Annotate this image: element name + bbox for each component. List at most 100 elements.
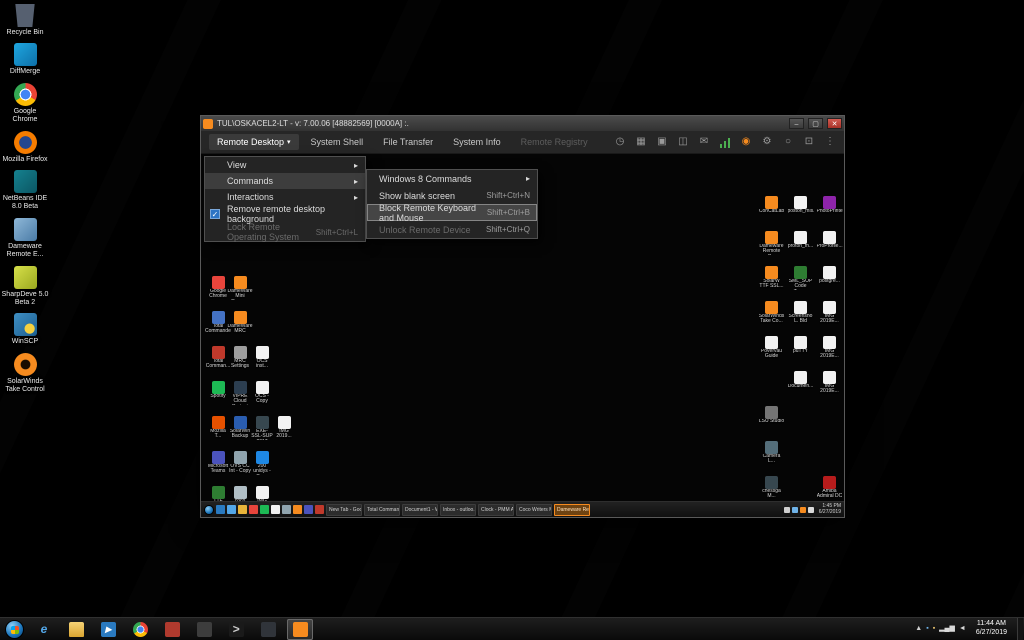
- minimize-button[interactable]: –: [789, 118, 804, 129]
- menu-system-shell[interactable]: System Shell: [303, 134, 372, 150]
- menu-remote-registry[interactable]: Remote Registry: [513, 134, 596, 150]
- signal-icon[interactable]: [719, 136, 731, 148]
- menu-item-lock-remote-os[interactable]: Lock Remote Operating System Shift+Ctrl+…: [205, 223, 365, 241]
- taskbar-app-button[interactable]: [287, 619, 313, 640]
- remote-desktop-icon[interactable]: poston_mis...: [786, 194, 815, 229]
- remote-desktop-icon[interactable]: [786, 439, 815, 474]
- remote-desktop-icon[interactable]: LSU Studio: [757, 404, 786, 439]
- window-titlebar[interactable]: TUL\OSKACEL2-LT - v: 7.00.06 [48882569] …: [201, 116, 844, 131]
- remote-task-button[interactable]: Clock - PMM A...: [478, 504, 514, 516]
- remote-task-button[interactable]: Dameware Rem...: [554, 504, 590, 516]
- remote-desktop-icon[interactable]: IMG 2019...: [273, 414, 295, 449]
- show-desktop-button[interactable]: [1017, 618, 1023, 640]
- desktop-icon[interactable]: SolarWinds Take Control: [0, 353, 50, 395]
- remote-desktop-icon[interactable]: PhotoPrinter: [815, 194, 844, 229]
- remote-desktop-icon[interactable]: Mozilla T...: [207, 414, 229, 449]
- remote-clock[interactable]: 1:45 PM 6/27/2019: [817, 504, 841, 516]
- chat-icon[interactable]: ✉: [698, 136, 710, 148]
- host-desktop[interactable]: { "desktop": { "icons": [ { "kind": "rec…: [0, 0, 1024, 640]
- remote-taskbar-icon[interactable]: [216, 505, 225, 514]
- tray-clock[interactable]: 11:44 AM 6/27/2019: [971, 620, 1012, 638]
- remote-tray-icon[interactable]: [784, 507, 790, 513]
- remote-desktop-icon[interactable]: ProProfile...: [815, 229, 844, 264]
- remote-task-button[interactable]: Total Comman...: [364, 504, 400, 516]
- menu-item-unlock-remote-device[interactable]: Unlock Remote Device Shift+Ctrl+Q: [367, 221, 537, 238]
- taskbar-app-button[interactable]: [255, 619, 281, 640]
- desktop-icon[interactable]: NetBeans IDE 8.0 Beta: [0, 170, 50, 212]
- remote-taskbar-icon[interactable]: [260, 505, 269, 514]
- remote-desktop-icon[interactable]: [757, 369, 786, 404]
- menu-item-windows8-commands[interactable]: Windows 8 Commands: [367, 170, 537, 187]
- remote-desktop-icon[interactable]: [273, 274, 295, 309]
- remote-task-button[interactable]: Inbox - outloo...: [440, 504, 476, 516]
- remote-desktop-icon[interactable]: IMG 2019E...: [815, 369, 844, 404]
- remote-taskbar-icon[interactable]: [249, 505, 258, 514]
- taskbar-app-button[interactable]: >: [223, 619, 249, 640]
- grid-icon[interactable]: ▦: [635, 136, 647, 148]
- record-icon[interactable]: ○: [782, 136, 794, 148]
- desktop-icon[interactable]: Google Chrome: [0, 83, 50, 125]
- remote-desktop-icon[interactable]: Total Comman...: [207, 344, 229, 379]
- remote-desktop-icon[interactable]: postgre...: [815, 264, 844, 299]
- remote-desktop-icon[interactable]: MRC Settings: [229, 344, 251, 379]
- menu-item-view[interactable]: View: [205, 157, 365, 173]
- remote-desktop-icon[interactable]: proton_m...: [786, 229, 815, 264]
- desktop-icon[interactable]: Dameware Remote E...: [0, 218, 50, 260]
- desktop-icon[interactable]: DiffMerge: [0, 43, 50, 76]
- remote-task-button[interactable]: New Tab - Goog...: [326, 504, 362, 516]
- desktop-icon[interactable]: WinSCP: [0, 313, 50, 346]
- remote-desktop-icon[interactable]: [251, 309, 273, 344]
- menu-remote-desktop[interactable]: Remote Desktop: [209, 134, 299, 150]
- remote-desktop-icon[interactable]: SML_SOP Code Tem...: [786, 264, 815, 299]
- remote-desktop-icon[interactable]: SolarWin Backup: [229, 414, 251, 449]
- network-icon[interactable]: ▂▄▆: [939, 625, 955, 633]
- remote-desktop-icon[interactable]: [786, 404, 815, 439]
- close-button[interactable]: ✕: [827, 118, 842, 129]
- remote-desktop-icon[interactable]: 200 unidys - Copy: [251, 449, 273, 484]
- remote-desktop-icon[interactable]: [273, 449, 295, 484]
- remote-desktop-icon[interactable]: DameWare Mini Remo...: [229, 274, 251, 309]
- remote-desktop-icon[interactable]: SolarW TTF SSL...: [757, 264, 786, 299]
- menu-system-info[interactable]: System Info: [445, 134, 509, 150]
- remote-taskbar-icon[interactable]: [315, 505, 324, 514]
- remote-desktop-icon[interactable]: Dameware Remote C...: [757, 229, 786, 264]
- remote-task-button[interactable]: Coco Writers M...: [516, 504, 552, 516]
- remote-taskbar-icon[interactable]: [271, 505, 280, 514]
- remote-desktop-icon[interactable]: Microsoft Teams: [207, 449, 229, 484]
- taskbar-app-button[interactable]: ▸: [95, 619, 121, 640]
- fullscreen-icon[interactable]: ⊡: [803, 136, 815, 148]
- maximize-button[interactable]: ▢: [808, 118, 823, 129]
- menu-item-interactions[interactable]: Interactions: [205, 189, 365, 205]
- taskbar-app-button[interactable]: [191, 619, 217, 640]
- remote-desktop-icon[interactable]: Spotify: [207, 379, 229, 414]
- remote-desktop-icon[interactable]: puTTY: [786, 334, 815, 369]
- solarwinds-icon[interactable]: ◉: [740, 136, 752, 148]
- menu-file-transfer[interactable]: File Transfer: [375, 134, 441, 150]
- menu-item-remove-background[interactable]: Remove remote desktop background: [205, 205, 365, 223]
- remote-tray-icon[interactable]: [792, 507, 798, 513]
- remote-desktop-icon[interactable]: Screensho L. Bld: [786, 299, 815, 334]
- remote-desktop-icon[interactable]: Total Commander: [207, 309, 229, 344]
- remote-desktop-icon[interactable]: [815, 439, 844, 474]
- remote-desktop-icon[interactable]: EXE-SSL-SUP 2017: [251, 414, 273, 449]
- start-button[interactable]: [5, 620, 24, 639]
- taskbar-app-button[interactable]: e: [31, 619, 57, 640]
- taskbar-app-button[interactable]: [159, 619, 185, 640]
- menu-item-block-keyboard-mouse[interactable]: Block Remote Keyboard and Mouse Shift+Ct…: [367, 204, 537, 221]
- remote-taskbar-icon[interactable]: [238, 505, 247, 514]
- more-icon[interactable]: ⋮: [824, 136, 836, 148]
- screens-icon[interactable]: ▣: [656, 136, 668, 148]
- remote-task-button[interactable]: Document1 - W...: [402, 504, 438, 516]
- remote-desktop-icon[interactable]: [273, 379, 295, 414]
- remote-desktop-icon[interactable]: Google Chrome: [207, 274, 229, 309]
- remote-desktop-icon[interactable]: IMG 2019E...: [815, 334, 844, 369]
- remote-desktop-icon[interactable]: Povervau Guide: [757, 334, 786, 369]
- desktop-icon[interactable]: Recycle Bin: [0, 4, 50, 37]
- desktop-icon[interactable]: SharpDeve 5.0 Beta 2: [0, 266, 50, 308]
- menu-item-show-blank-screen[interactable]: Show blank screen Shift+Ctrl+N: [367, 187, 537, 204]
- history-icon[interactable]: ◷: [614, 136, 626, 148]
- remote-desktop-icon[interactable]: OCS - Copy: [251, 379, 273, 414]
- remote-desktop-icon[interactable]: Camera L...: [757, 439, 786, 474]
- remote-desktop-icon[interactable]: OVS CC Int - Copy: [229, 449, 251, 484]
- antivirus-tray-icon[interactable]: ▪: [933, 625, 935, 633]
